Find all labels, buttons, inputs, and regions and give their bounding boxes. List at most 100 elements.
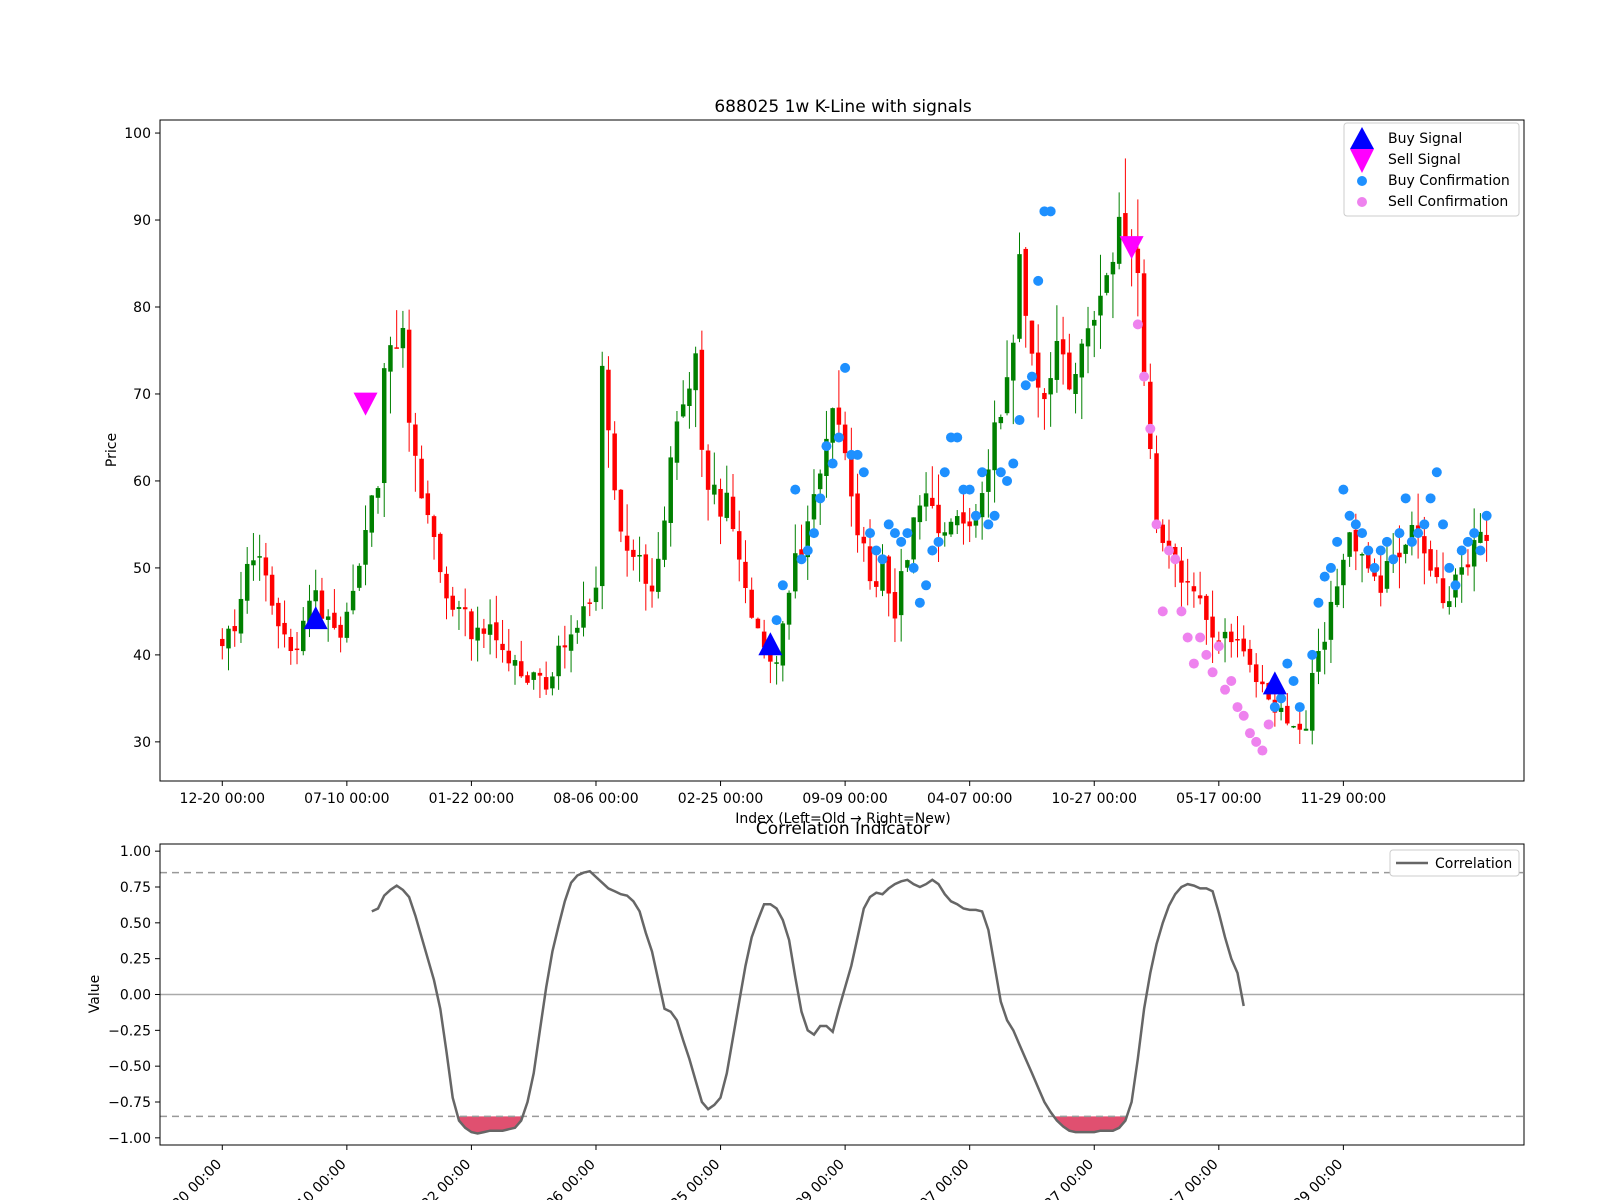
candle-down bbox=[413, 424, 418, 456]
candle-down bbox=[1297, 723, 1303, 730]
buy-confirmation-point bbox=[1456, 545, 1467, 556]
buy-confirmation-point bbox=[1375, 545, 1386, 556]
candle-up bbox=[923, 493, 929, 507]
buy-confirmation-point bbox=[815, 493, 826, 504]
buy-confirmation-point bbox=[1363, 545, 1374, 556]
correlation-y-tick-label: 0.75 bbox=[120, 880, 151, 896]
kline-x-tick-label: 09-09 00:00 bbox=[802, 791, 887, 807]
buy-confirmation-point bbox=[908, 562, 919, 573]
candle-up bbox=[325, 616, 331, 620]
buy-confirmation-point bbox=[1294, 702, 1305, 713]
legend-buy-confirmation: Buy Confirmation bbox=[1388, 173, 1510, 189]
buy-confirmation-point bbox=[1008, 458, 1019, 469]
candle-down bbox=[743, 561, 748, 589]
candle-up bbox=[1054, 340, 1060, 380]
buy-confirmation-point bbox=[1444, 562, 1455, 573]
candle-up bbox=[1322, 641, 1327, 650]
candle-down bbox=[525, 675, 530, 683]
candle-down bbox=[606, 369, 611, 431]
candle-down bbox=[1428, 549, 1433, 571]
buy-confirmation-point bbox=[1475, 545, 1486, 556]
kline-title: 688025 1w K-Line with signals bbox=[714, 97, 972, 117]
buy-confirmation-point bbox=[1307, 649, 1318, 660]
correlation-x-tick-label: 01-22 00:00 bbox=[402, 1157, 474, 1200]
candle-down bbox=[1434, 567, 1440, 578]
candle-down bbox=[232, 626, 237, 632]
candle-down bbox=[930, 497, 935, 506]
candle-up bbox=[375, 488, 381, 498]
correlation-y-tick-label: −0.25 bbox=[108, 1023, 151, 1039]
candle-up bbox=[512, 660, 518, 666]
correlation-y-tick-label: 0.25 bbox=[120, 952, 151, 968]
sell-confirmation-point bbox=[1213, 641, 1224, 652]
candle-down bbox=[1160, 524, 1166, 543]
correlation-x-tick-label: 07-10 00:00 bbox=[278, 1157, 350, 1200]
candle-down bbox=[431, 516, 437, 537]
candle-up bbox=[550, 676, 555, 689]
candle-down bbox=[1204, 595, 1209, 620]
buy-confirmation-point bbox=[952, 432, 963, 443]
candle-down bbox=[1484, 534, 1489, 541]
candle-up bbox=[344, 611, 350, 638]
candle-up bbox=[1384, 561, 1390, 589]
candle-down bbox=[699, 349, 705, 450]
candle-up bbox=[668, 457, 673, 523]
buy-confirmation-point bbox=[896, 536, 907, 547]
candle-up bbox=[593, 587, 599, 603]
candle-up bbox=[388, 345, 393, 372]
candle-down bbox=[319, 590, 325, 619]
kline-y-tick-label: 30 bbox=[133, 735, 151, 751]
kline-y-tick-label: 60 bbox=[133, 474, 151, 490]
candle-down bbox=[1060, 339, 1066, 355]
buy-confirmation-point bbox=[1026, 371, 1037, 382]
buy-confirmation-point bbox=[796, 554, 807, 565]
correlation-title: Correlation Indicator bbox=[756, 819, 930, 839]
buy-confirmation-point bbox=[970, 510, 981, 521]
candle-up bbox=[898, 571, 904, 616]
candle-up bbox=[979, 493, 985, 518]
kline-x-tick-label: 08-06 00:00 bbox=[553, 791, 638, 807]
buy-confirmation-point bbox=[1313, 597, 1324, 608]
candle-up bbox=[1110, 261, 1116, 275]
candle-down bbox=[1247, 648, 1253, 665]
candle-up bbox=[1104, 275, 1109, 293]
sell-confirmation-point bbox=[1188, 658, 1199, 669]
sell-confirmation-point bbox=[1238, 710, 1249, 721]
buy-confirmation-point bbox=[939, 467, 950, 478]
buy-confirmation-legend-icon bbox=[1357, 176, 1367, 186]
buy-confirmation-point bbox=[1394, 528, 1405, 539]
kline-x-tick-label: 07-10 00:00 bbox=[304, 791, 389, 807]
correlation-legend: Correlation bbox=[1389, 849, 1520, 877]
candle-up bbox=[1347, 532, 1352, 557]
candle-down bbox=[749, 589, 754, 618]
candle-down bbox=[886, 556, 891, 594]
candle-down bbox=[1035, 352, 1041, 388]
buy-confirmation-point bbox=[840, 362, 851, 373]
candle-up bbox=[786, 592, 792, 625]
candle-up bbox=[1222, 631, 1228, 639]
buy-confirmation-point bbox=[1269, 702, 1280, 713]
correlation-x-tick-label: 08-06 00:00 bbox=[527, 1157, 599, 1200]
sell-confirmation-point bbox=[1244, 728, 1255, 739]
candle-down bbox=[1253, 664, 1259, 683]
candle-down bbox=[282, 622, 287, 635]
buy-confirmation-point bbox=[883, 519, 894, 530]
candle-down bbox=[849, 457, 854, 497]
candle-up bbox=[1471, 540, 1477, 567]
candle-up bbox=[1017, 254, 1022, 339]
buy-confirmation-point bbox=[833, 432, 844, 443]
buy-signal-marker bbox=[1262, 671, 1287, 695]
candle-down bbox=[506, 650, 512, 664]
legend-correlation: Correlation bbox=[1435, 856, 1512, 872]
candle-up bbox=[1116, 216, 1122, 264]
buy-confirmation-point bbox=[1425, 493, 1436, 504]
buy-confirmation-point bbox=[777, 580, 788, 591]
buy-confirmation-point bbox=[1413, 528, 1424, 539]
correlation-y-tick-label: 0.50 bbox=[120, 916, 151, 932]
correlation-y-axis-label: Value bbox=[87, 975, 103, 1013]
candle-down bbox=[855, 493, 860, 536]
buy-confirmation-point bbox=[995, 467, 1006, 478]
candle-up bbox=[369, 495, 375, 533]
sell-confirmation-legend-icon bbox=[1357, 197, 1367, 207]
kline-x-tick-label: 02-25 00:00 bbox=[678, 791, 763, 807]
